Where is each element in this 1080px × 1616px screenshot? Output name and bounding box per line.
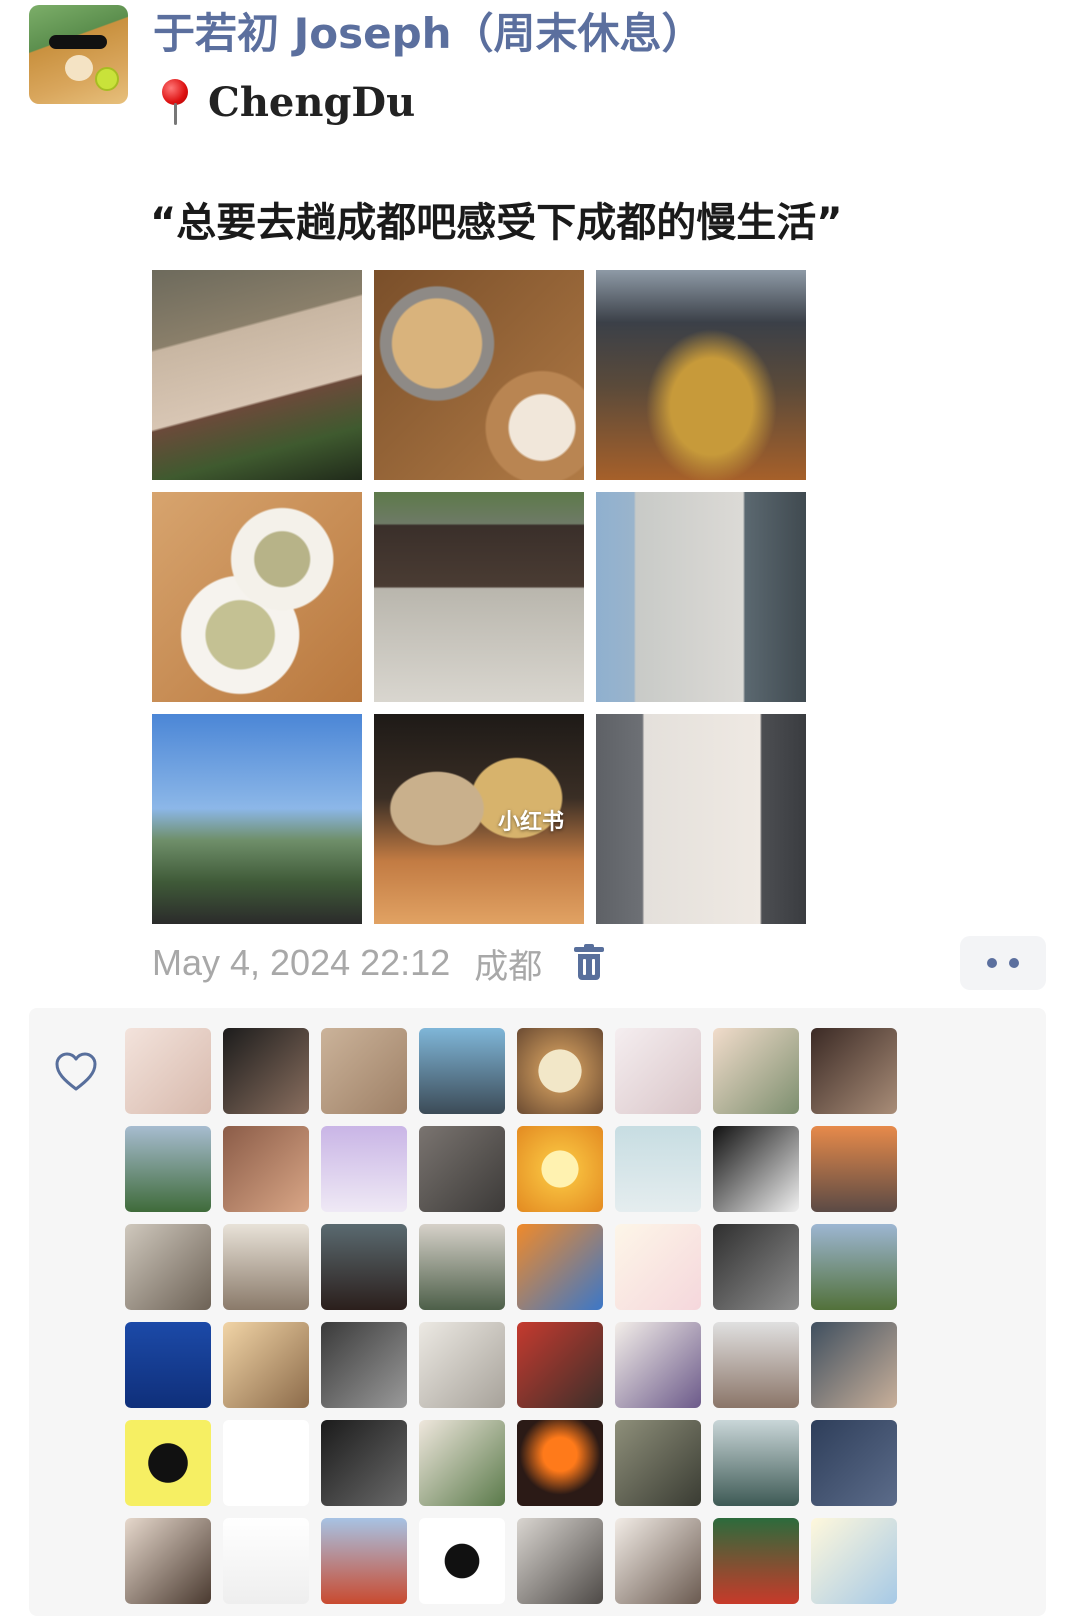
liker-avatar[interactable]	[517, 1126, 603, 1212]
liker-avatar[interactable]	[321, 1126, 407, 1212]
liker-avatar[interactable]	[517, 1322, 603, 1408]
photo-peoples-park-pillar[interactable]	[596, 492, 806, 702]
avatar-sunglasses	[49, 35, 107, 49]
liker-avatar[interactable]	[223, 1224, 309, 1310]
liker-avatar[interactable]	[419, 1028, 505, 1114]
photo-crowded-feast[interactable]	[596, 270, 806, 480]
liker-avatar[interactable]	[811, 1322, 897, 1408]
liker-avatar[interactable]	[223, 1126, 309, 1212]
liker-avatar[interactable]	[615, 1322, 701, 1408]
liker-avatar[interactable]	[811, 1224, 897, 1310]
photo-grid: 小红书	[152, 270, 810, 924]
liker-avatar[interactable]	[125, 1420, 211, 1506]
liker-avatar[interactable]	[517, 1224, 603, 1310]
photo-watermark: 小红书	[497, 810, 564, 835]
liker-avatar[interactable]	[615, 1224, 701, 1310]
liker-avatar[interactable]	[321, 1420, 407, 1506]
liker-avatar[interactable]	[223, 1420, 309, 1506]
liker-avatar[interactable]	[811, 1028, 897, 1114]
liker-avatar[interactable]	[321, 1518, 407, 1604]
avatar-dog-snout	[65, 55, 93, 81]
liker-avatar[interactable]	[615, 1420, 701, 1506]
liker-avatar[interactable]	[419, 1420, 505, 1506]
liker-avatar[interactable]	[615, 1126, 701, 1212]
more-dots-icon	[987, 958, 997, 968]
photo-noodle-bowls[interactable]	[374, 270, 584, 480]
liker-avatar[interactable]	[713, 1420, 799, 1506]
photo-milk-tea-cups[interactable]: 小红书	[374, 714, 584, 924]
liker-avatar[interactable]	[125, 1224, 211, 1310]
post-meta: May 4, 2024 22:12 成都	[152, 938, 605, 988]
more-button[interactable]	[960, 936, 1046, 990]
liker-avatar[interactable]	[125, 1322, 211, 1408]
liker-avatar[interactable]	[321, 1028, 407, 1114]
liker-avatar[interactable]	[125, 1518, 211, 1604]
liker-avatar[interactable]	[517, 1420, 603, 1506]
author-avatar[interactable]	[29, 5, 128, 104]
liker-avatar[interactable]	[125, 1126, 211, 1212]
liker-avatar[interactable]	[321, 1322, 407, 1408]
liker-avatar[interactable]	[419, 1126, 505, 1212]
photo-park-gate-man[interactable]	[374, 492, 584, 702]
liker-avatar[interactable]	[419, 1322, 505, 1408]
liker-avatar[interactable]	[811, 1420, 897, 1506]
liker-avatar[interactable]	[517, 1028, 603, 1114]
photo-tea-cups[interactable]	[152, 492, 362, 702]
liker-avatar[interactable]	[223, 1518, 309, 1604]
author-name[interactable]: 于若初 Joseph（周末休息）	[153, 8, 704, 60]
liker-avatar[interactable]	[223, 1322, 309, 1408]
more-dots-icon-dot	[1009, 958, 1019, 968]
heart-outline-icon	[55, 1052, 97, 1091]
post-place-tag[interactable]: 成都	[474, 939, 542, 988]
liker-avatar[interactable]	[223, 1028, 309, 1114]
trash-icon[interactable]	[574, 944, 605, 982]
liker-avatar[interactable]	[419, 1518, 505, 1604]
liker-avatar[interactable]	[713, 1518, 799, 1604]
liker-avatar[interactable]	[713, 1322, 799, 1408]
liker-avatar[interactable]	[615, 1028, 701, 1114]
location-text: ChengDu	[208, 78, 416, 126]
liker-avatar[interactable]	[125, 1028, 211, 1114]
liker-avatar[interactable]	[713, 1126, 799, 1212]
location-pin-icon	[158, 77, 192, 127]
liker-avatar[interactable]	[517, 1518, 603, 1604]
liker-avatar[interactable]	[811, 1518, 897, 1604]
liker-avatar[interactable]	[321, 1224, 407, 1310]
liker-avatar[interactable]	[713, 1224, 799, 1310]
liker-avatar[interactable]	[615, 1518, 701, 1604]
photo-teahouse-awning[interactable]	[152, 270, 362, 480]
location-row[interactable]: ChengDu	[158, 74, 415, 130]
liker-avatar[interactable]	[713, 1028, 799, 1114]
post-timestamp: May 4, 2024 22:12	[152, 942, 451, 983]
photo-panda-mural[interactable]	[596, 714, 806, 924]
liker-avatar[interactable]	[811, 1126, 897, 1212]
avatar-tennis-ball	[95, 67, 119, 91]
photo-city-skyline[interactable]	[152, 714, 362, 924]
post-caption: “总要去趟成都吧感受下成都的慢生活”	[150, 200, 843, 246]
liker-avatar[interactable]	[419, 1224, 505, 1310]
